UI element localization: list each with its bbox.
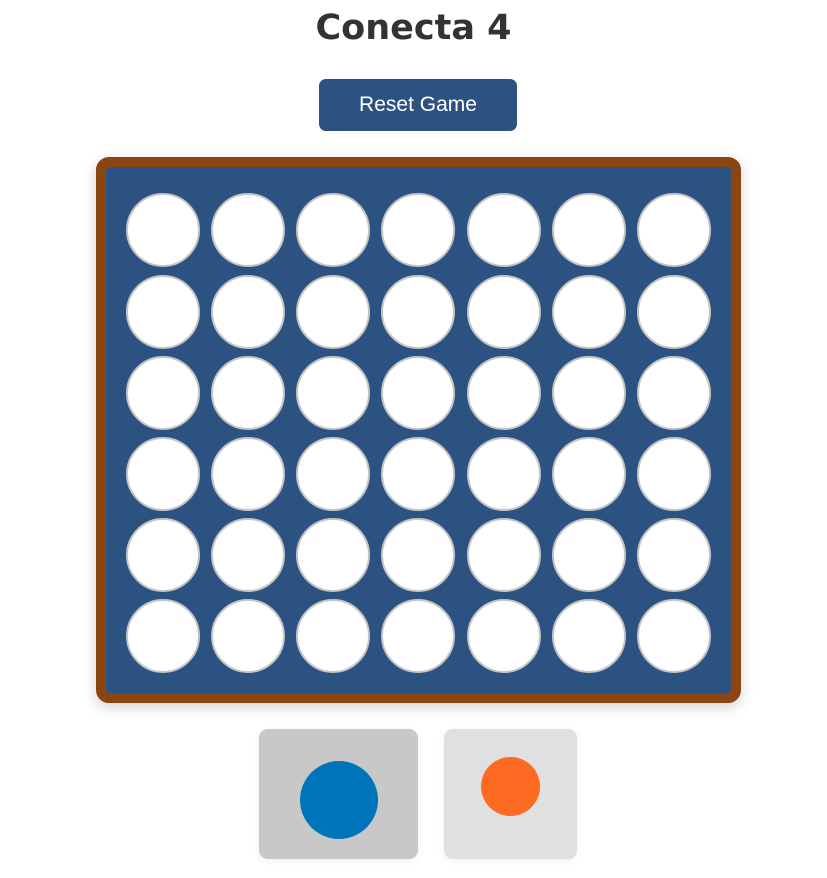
board-cell[interactable] [296,356,370,430]
board-cell[interactable] [637,275,711,349]
board-cell[interactable] [637,518,711,592]
board-cell[interactable] [211,193,285,267]
board-cell[interactable] [467,518,541,592]
board-cell[interactable] [552,356,626,430]
board-cell[interactable] [381,193,455,267]
board-cell[interactable] [637,599,711,673]
board-cell[interactable] [126,437,200,511]
board-cell[interactable] [381,356,455,430]
board-cell[interactable] [126,193,200,267]
board-cell[interactable] [467,275,541,349]
board-cell[interactable] [381,518,455,592]
game-board [96,157,741,703]
board-cell[interactable] [381,437,455,511]
player-2-disc-icon [481,757,540,816]
board-cell[interactable] [467,193,541,267]
board-cell[interactable] [211,275,285,349]
board-cell[interactable] [637,437,711,511]
board-cell[interactable] [467,599,541,673]
player-2-indicator [444,729,577,859]
board-cell[interactable] [296,193,370,267]
board-cell[interactable] [126,518,200,592]
board-cell[interactable] [211,599,285,673]
board-cell[interactable] [467,356,541,430]
board-cell[interactable] [637,193,711,267]
board-cell[interactable] [126,356,200,430]
board-cell[interactable] [126,599,200,673]
board-cell[interactable] [211,518,285,592]
page-title: Conecta 4 [315,8,512,48]
player-1-indicator [259,729,418,859]
board-cell[interactable] [552,437,626,511]
board-cell[interactable] [126,275,200,349]
board-cell[interactable] [552,518,626,592]
board-cell[interactable] [211,356,285,430]
player-1-disc-icon [300,761,378,839]
board-cell[interactable] [552,275,626,349]
reset-game-button[interactable]: Reset Game [319,79,517,131]
board-cell[interactable] [296,518,370,592]
board-cell[interactable] [296,437,370,511]
board-cell[interactable] [381,599,455,673]
board-cell[interactable] [467,437,541,511]
board-cell[interactable] [552,599,626,673]
board-cell[interactable] [211,437,285,511]
board-cell[interactable] [381,275,455,349]
board-cell[interactable] [637,356,711,430]
board-cell[interactable] [296,599,370,673]
board-cell[interactable] [552,193,626,267]
board-cell[interactable] [296,275,370,349]
